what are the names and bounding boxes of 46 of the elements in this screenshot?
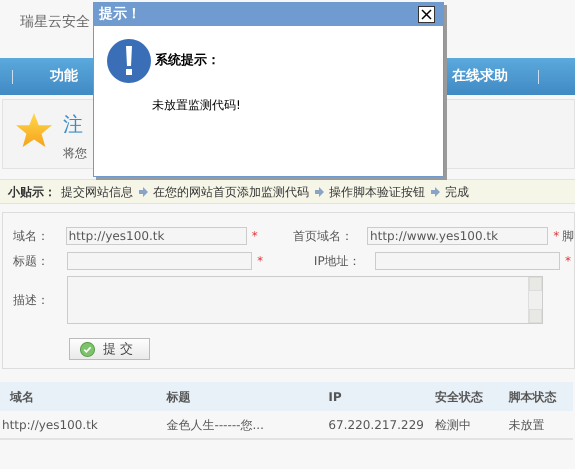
close-button[interactable] bbox=[418, 6, 435, 23]
field-label: IP地址： bbox=[312, 252, 362, 270]
required-mark: * bbox=[553, 228, 560, 242]
dialog-title: 提示！ bbox=[99, 5, 141, 24]
page-subtitle: 将您 bbox=[63, 145, 87, 162]
input-field[interactable]: http://www.yes100.tk bbox=[367, 226, 548, 244]
site-title: 瑞星云安全 bbox=[20, 14, 90, 30]
column-header: IP bbox=[318, 382, 425, 411]
table-cell: 67.220.217.229 bbox=[318, 411, 425, 439]
arrow-icon bbox=[138, 186, 148, 196]
field-label: 脚 bbox=[562, 228, 574, 244]
input-field[interactable] bbox=[374, 252, 560, 270]
field-label: 域名： bbox=[13, 228, 50, 244]
exclamation-icon bbox=[106, 38, 152, 84]
table-cell: http://yes100.tk bbox=[0, 411, 156, 439]
dialog-heading: 系统提示： bbox=[155, 52, 220, 70]
tips-label: 小贴示： bbox=[8, 184, 56, 200]
column-header: 脚本状态 bbox=[498, 382, 573, 411]
close-icon bbox=[421, 9, 432, 20]
table-cell: 检测中 bbox=[424, 411, 498, 439]
table-cell: 金色人生------您... bbox=[156, 411, 318, 439]
input-field[interactable] bbox=[66, 252, 252, 270]
scrollbar[interactable] bbox=[528, 277, 542, 323]
required-mark: * bbox=[252, 228, 258, 242]
submit-button[interactable]: 提交 bbox=[69, 338, 150, 360]
dialog-message: 未放置监测代码! bbox=[152, 97, 242, 114]
tip-step: 操作脚本验证按钮 bbox=[329, 182, 425, 200]
table-cell: 未放置 bbox=[498, 411, 573, 439]
field-label: 标题： bbox=[13, 252, 50, 270]
tip-step: 完成 bbox=[445, 182, 469, 200]
textarea-field[interactable] bbox=[67, 276, 543, 324]
check-icon bbox=[80, 342, 95, 356]
field-label: 描述： bbox=[13, 292, 50, 309]
required-mark: * bbox=[565, 254, 572, 268]
arrow-icon bbox=[430, 186, 440, 196]
page-title: 注 bbox=[63, 112, 84, 136]
tip-step: 提交网站信息 bbox=[61, 182, 133, 200]
tip-step: 在您的网站首页添加监测代码 bbox=[153, 182, 309, 200]
field-label: 首页域名： bbox=[292, 228, 354, 244]
arrow-icon bbox=[314, 186, 324, 196]
required-mark: * bbox=[257, 254, 264, 268]
column-header: 标题 bbox=[156, 382, 318, 411]
column-header: 安全状态 bbox=[424, 382, 498, 411]
star-icon bbox=[15, 112, 53, 148]
column-header: 域名 bbox=[0, 382, 156, 411]
input-field[interactable]: http://yes100.tk bbox=[66, 226, 247, 244]
